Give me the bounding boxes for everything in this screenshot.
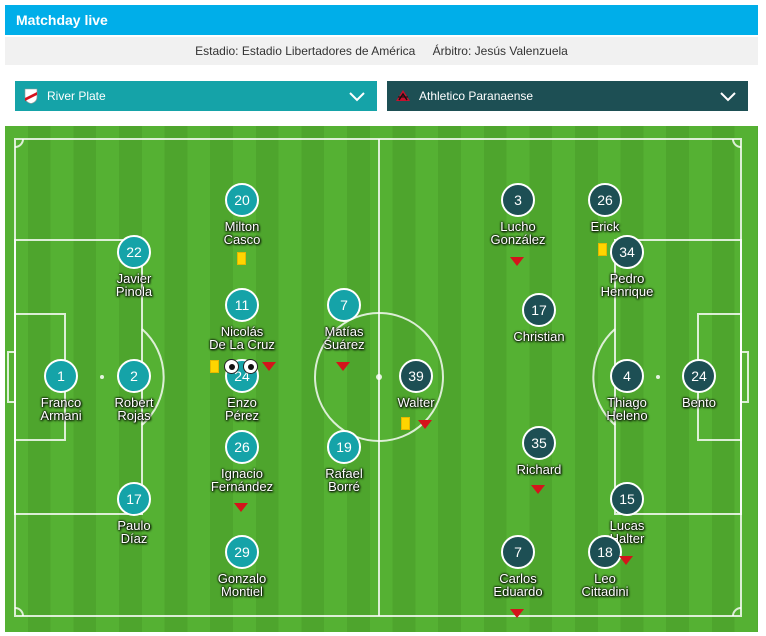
player-home-19[interactable]: 19 Rafael Borré [289, 430, 399, 493]
yellow-card-icon [401, 417, 410, 430]
player-home-11[interactable]: 11 Nicolás De La Cruz [187, 288, 297, 351]
player-away-35[interactable]: 35 Richard [484, 426, 594, 476]
player-number: 1 [44, 359, 78, 393]
player-home-20[interactable]: 20 Milton Casco [187, 183, 297, 246]
player-number: 4 [610, 359, 644, 393]
player-number: 34 [610, 235, 644, 269]
player-name: Nicolás De La Cruz [209, 324, 275, 352]
substitution-arrow-icon [619, 556, 633, 565]
away-team-name: Athletico Paranaense [419, 89, 534, 103]
pitch: 1 Franco Armani 2 Robert Rojas 22 Javier Pi… [5, 126, 758, 632]
player-away-17[interactable]: 17 Christian [484, 293, 594, 343]
substitution-arrow-icon [510, 609, 524, 618]
player-number: 17 [117, 482, 151, 516]
player-home-29[interactable]: 29 Gonzalo Montiel [187, 535, 297, 598]
player-name: Walter [397, 395, 435, 410]
stadium-value: Estadio Libertadores de América [241, 44, 416, 58]
player-name: Enzo Pérez [225, 395, 259, 423]
player-name: Carlos Eduardo [493, 571, 543, 599]
player-number: 29 [225, 535, 259, 569]
player-number: 20 [225, 183, 259, 217]
player-name: Paulo Díaz [117, 518, 151, 546]
player-name: Ignacio Fernández [210, 466, 274, 494]
player-number: 39 [399, 359, 433, 393]
substitution-arrow-icon [510, 257, 524, 266]
referee-value: Jesús Valenzuela [474, 44, 568, 58]
matchday-widget: Matchday live Estadio: Estadio Libertado… [0, 0, 766, 636]
player-name: Christian [513, 329, 565, 344]
away-team-dropdown[interactable]: Athletico Paranaense [387, 81, 748, 111]
player-away-4[interactable]: 4 Thiago Heleno [572, 359, 682, 422]
player-number: 19 [327, 430, 361, 464]
player-number: 26 [225, 430, 259, 464]
substitution-arrow-icon [336, 362, 350, 371]
player-number: 26 [588, 183, 622, 217]
player-home-2[interactable]: 2 Robert Rojas [79, 359, 189, 422]
river-plate-crest-icon [24, 88, 38, 104]
player-away-3[interactable]: 3 Lucho González [463, 183, 573, 246]
player-name: Lucho González [490, 219, 546, 247]
player-home-7[interactable]: 7 Matías Suárez [289, 288, 399, 351]
goal-ball-icon [224, 359, 239, 374]
player-name: Rafael Borré [325, 466, 363, 494]
player-number: 7 [501, 535, 535, 569]
substitution-arrow-icon [262, 362, 276, 371]
player-name: Thiago Heleno [606, 395, 648, 423]
home-team-dropdown[interactable]: River Plate [15, 81, 377, 111]
player-home-26[interactable]: 26 Ignacio Fernández [187, 430, 297, 493]
player-number: 17 [522, 293, 556, 327]
chevron-down-icon [349, 92, 365, 102]
player-away-7[interactable]: 7 Carlos Eduardo [463, 535, 573, 598]
yellow-card-icon [237, 252, 246, 265]
substitution-arrow-icon [234, 503, 248, 512]
yellow-card-icon [210, 360, 219, 373]
player-number: 24 [682, 359, 716, 393]
player-name: Matías Suárez [323, 324, 365, 352]
player-number: 7 [327, 288, 361, 322]
player-number: 2 [117, 359, 151, 393]
player-home-17[interactable]: 17 Paulo Díaz [79, 482, 189, 545]
player-number: 15 [610, 482, 644, 516]
athletico-crest-icon [396, 90, 410, 101]
player-name: Robert Rojas [114, 395, 154, 423]
player-number: 11 [225, 288, 259, 322]
player-number: 22 [117, 235, 151, 269]
home-team-name: River Plate [47, 89, 106, 103]
referee-label: Árbitro: [432, 44, 472, 58]
player-away-39[interactable]: 39 Walter [361, 359, 471, 409]
player-number: 35 [522, 426, 556, 460]
player-home-24[interactable]: 24 Enzo Pérez [187, 359, 297, 422]
widget-title: Matchday live [5, 5, 758, 35]
substitution-arrow-icon [531, 485, 545, 494]
player-name: Javier Pinola [115, 271, 153, 299]
player-away-34[interactable]: 34 Pedro Henrique [572, 235, 682, 298]
stadium-label: Estadio: [195, 44, 239, 58]
player-home-22[interactable]: 22 Javier Pinola [79, 235, 189, 298]
chevron-down-icon [720, 92, 736, 102]
player-number: 18 [588, 535, 622, 569]
player-number: 3 [501, 183, 535, 217]
player-name: Milton Casco [223, 219, 261, 247]
player-name: Gonzalo Montiel [217, 571, 267, 599]
goal-ball-icon [243, 359, 258, 374]
yellow-card-icon [598, 243, 607, 256]
match-info-bar: Estadio: Estadio Libertadores de América… [5, 37, 758, 65]
player-name: Richard [516, 462, 562, 477]
substitution-arrow-icon [418, 420, 432, 429]
